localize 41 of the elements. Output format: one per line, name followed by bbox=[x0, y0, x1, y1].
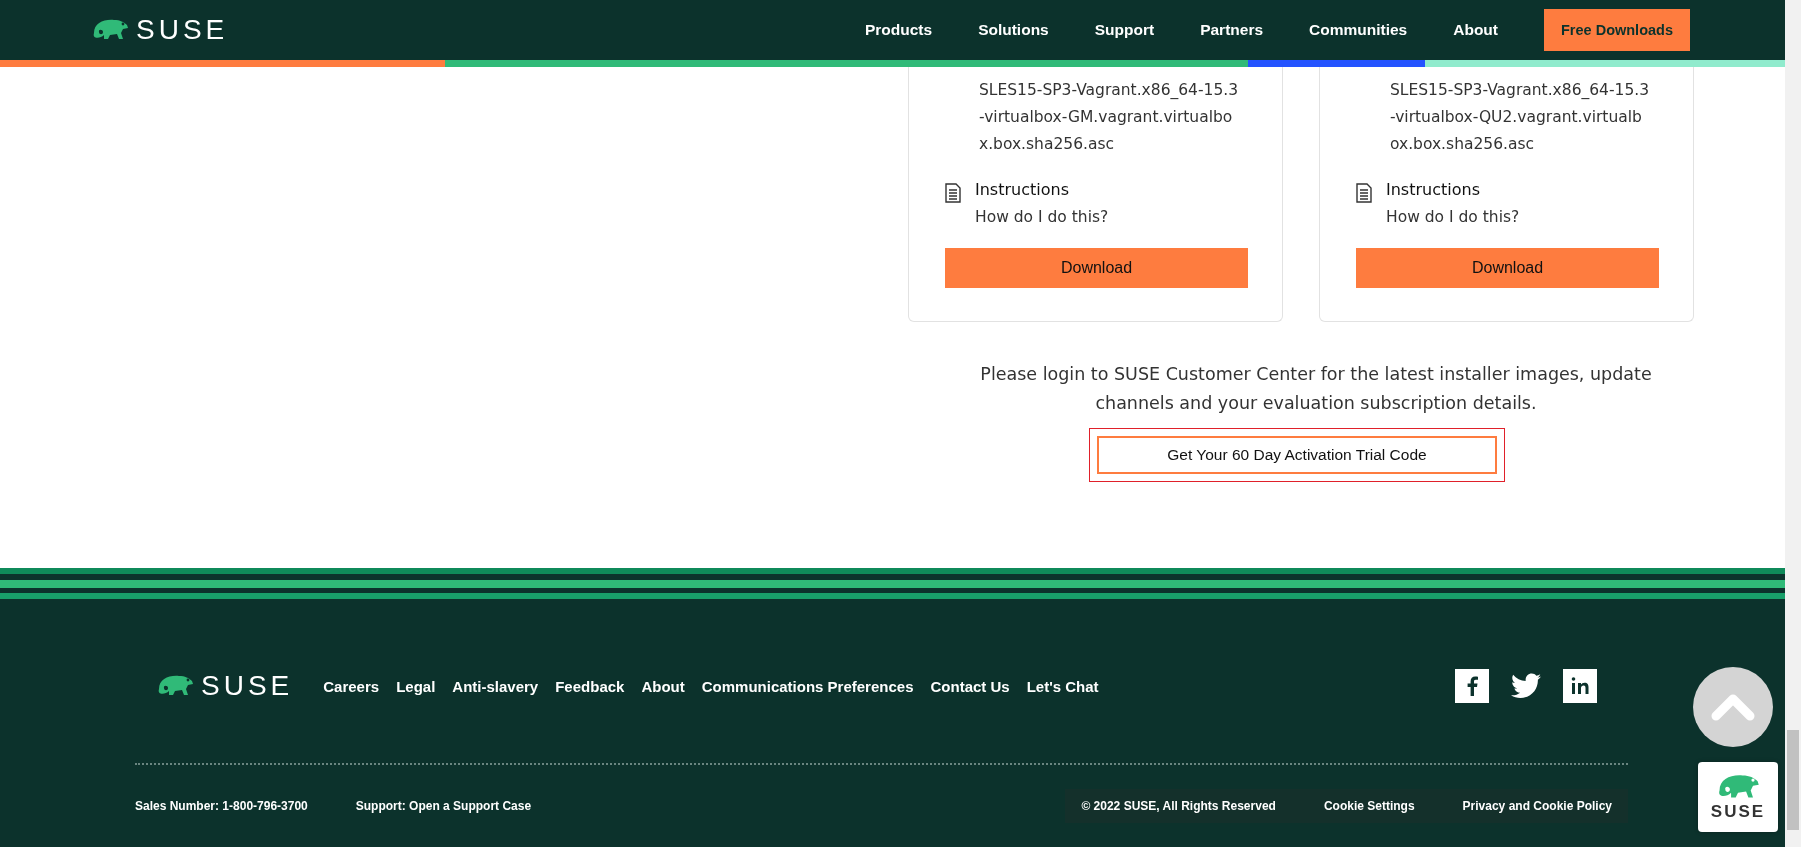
instructions-link[interactable]: How do I do this? bbox=[1386, 208, 1520, 226]
download-button[interactable]: Download bbox=[945, 248, 1248, 288]
policy-link[interactable]: Privacy and Cookie Policy bbox=[1462, 799, 1612, 813]
document-icon bbox=[945, 183, 961, 203]
free-downloads-button[interactable]: Free Downloads bbox=[1544, 9, 1690, 51]
instructions-title: Instructions bbox=[1386, 180, 1481, 199]
scrollbar[interactable] bbox=[1785, 0, 1801, 847]
nav-link[interactable]: Support bbox=[1094, 21, 1155, 39]
linkedin-icon[interactable] bbox=[1563, 669, 1597, 703]
instructions-link[interactable]: How do I do this? bbox=[975, 208, 1109, 226]
sales-number: Sales Number: 1-800-796-3700 bbox=[135, 799, 308, 813]
bird-icon[interactable] bbox=[1511, 673, 1541, 699]
footer-link[interactable]: Careers bbox=[323, 677, 380, 695]
footer-link[interactable]: About bbox=[641, 677, 685, 695]
nav-link[interactable]: Solutions bbox=[978, 21, 1049, 39]
download-button[interactable]: Download bbox=[1356, 248, 1659, 288]
footer-link[interactable]: Communications Preferences bbox=[701, 677, 914, 695]
footer-link[interactable]: Feedback bbox=[555, 677, 625, 695]
login-note: Please login to SUSE Customer Center for the latest installer images, update channels and your evaluation subscription details. bbox=[979, 363, 1653, 415]
footer-link[interactable]: Anti-slavery bbox=[452, 677, 539, 695]
footer-link[interactable]: Legal bbox=[396, 677, 436, 695]
document-icon bbox=[1356, 183, 1372, 203]
file-name: SLES15-SP3-Vagrant.x86_64-15.3 -virtualbox-QU2.vagrant.virtualb ox.box.sha256.asc bbox=[1389, 80, 1651, 155]
footer-link[interactable]: Contact Us bbox=[930, 677, 1010, 695]
file-name: SLES15-SP3-Vagrant.x86_64-15.3 -virtualbox-GM.vagrant.virtualbo x.box.sha256.asc bbox=[978, 80, 1240, 155]
badge-wordmark: SUSE bbox=[1710, 802, 1766, 822]
copyright-text: © 2022 SUSE, All Rights Reserved bbox=[1081, 799, 1276, 813]
trial-code-button[interactable]: Get Your 60 Day Activation Trial Code bbox=[1097, 436, 1497, 474]
footer-link[interactable]: Let's Chat bbox=[1026, 677, 1099, 695]
logo-wordmark[interactable]: SUSE bbox=[136, 14, 229, 46]
nav-link[interactable]: About bbox=[1453, 21, 1498, 39]
instructions-title: Instructions bbox=[975, 180, 1070, 199]
nav-link[interactable]: Partners bbox=[1200, 21, 1264, 39]
chat-widget-badge[interactable]: SUSE bbox=[1698, 762, 1778, 832]
logo-wordmark[interactable]: SUSE bbox=[201, 670, 294, 702]
nav-link[interactable]: Communities bbox=[1309, 21, 1408, 39]
nav-link[interactable]: Products bbox=[864, 21, 933, 39]
facebook-icon[interactable] bbox=[1455, 669, 1489, 703]
policy-link[interactable]: Cookie Settings bbox=[1323, 799, 1415, 813]
chevron-up-icon bbox=[1711, 693, 1755, 721]
support-link[interactable]: Support: Open a Support Case bbox=[355, 799, 532, 813]
